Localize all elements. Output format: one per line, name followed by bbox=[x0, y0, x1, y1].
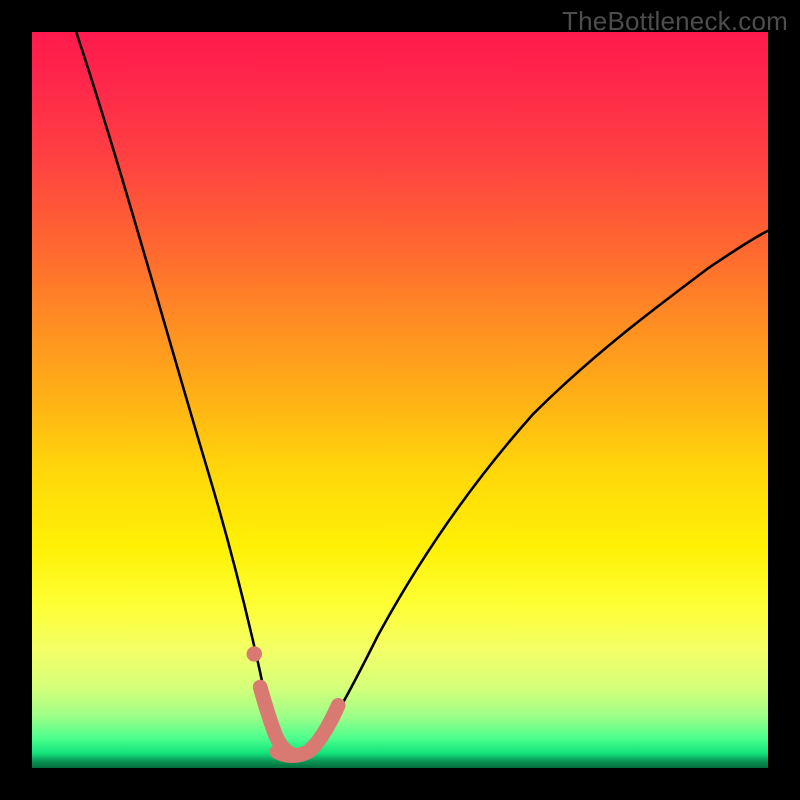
watermark-text: TheBottleneck.com bbox=[562, 6, 788, 37]
plot-area bbox=[32, 32, 768, 768]
curve-layer bbox=[32, 32, 768, 768]
bottleneck-curve bbox=[76, 32, 768, 756]
left-dot bbox=[247, 646, 262, 661]
chart-frame: TheBottleneck.com bbox=[0, 0, 800, 800]
valley-highlight-left bbox=[260, 687, 289, 753]
valley-highlight-right bbox=[277, 705, 338, 755]
